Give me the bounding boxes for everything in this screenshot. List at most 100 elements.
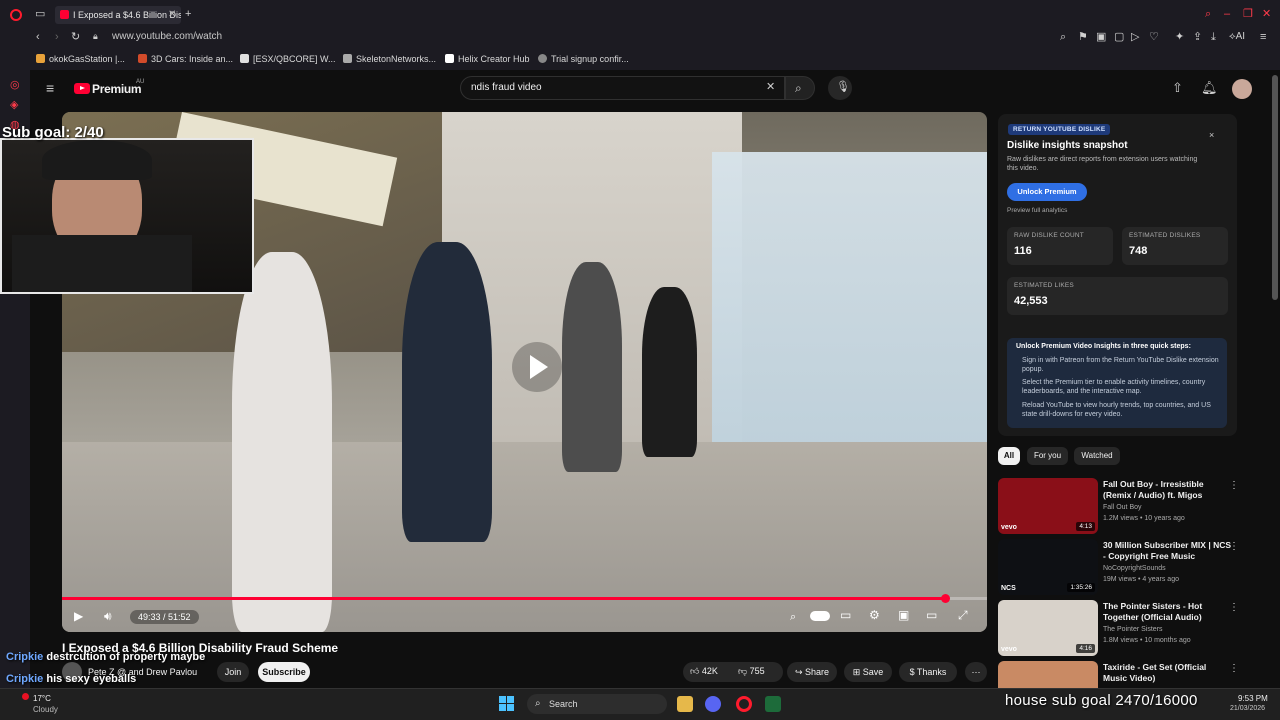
bookmark-label: okokGasStation |... xyxy=(49,54,125,64)
voice-search-button[interactable]: 🎙︎ xyxy=(828,76,852,100)
search-input[interactable]: ndis fraud video xyxy=(460,76,785,100)
taskbar-search[interactable]: ⌕ Search xyxy=(527,694,667,714)
browser-tab-youtube[interactable]: I Exposed a $4.6 Billion Disabi xyxy=(55,6,181,24)
save-button[interactable]: ⊞ Save xyxy=(844,662,892,682)
back-icon[interactable]: ‹ xyxy=(36,32,40,43)
easy-setup-icon[interactable]: ≡ xyxy=(1260,32,1266,43)
bookmark-icon[interactable]: ⚑ xyxy=(1078,32,1088,43)
maximize-icon[interactable]: ❐ xyxy=(1243,9,1253,20)
bookmark-item[interactable]: Helix Creator Hub xyxy=(445,54,530,65)
close-window-icon[interactable]: ✕ xyxy=(1262,9,1271,20)
unlock-premium-button[interactable]: Unlock Premium xyxy=(1007,183,1087,201)
recommendation-menu-icon[interactable]: ⋮ xyxy=(1229,602,1239,613)
play-overlay-button[interactable] xyxy=(512,342,562,392)
bookmark-item[interactable]: SkeletonNetworks... xyxy=(343,54,436,65)
zoom-icon[interactable]: ⌕ xyxy=(1060,32,1066,43)
video-scene-pavement xyxy=(62,442,987,632)
dislike-button[interactable]: 👎︎ 755 xyxy=(738,666,765,677)
recommendation-menu-icon[interactable]: ⋮ xyxy=(1229,480,1239,491)
windows-start-icon[interactable] xyxy=(499,696,514,711)
sidebar-messenger-icon[interactable]: ◈ xyxy=(10,100,18,111)
upload-icon[interactable]: ⇧ xyxy=(1172,81,1183,94)
bookmark-label: SkeletonNetworks... xyxy=(356,54,437,64)
account-avatar[interactable] xyxy=(1232,79,1252,99)
video-person xyxy=(232,252,332,632)
chip-watched[interactable]: Watched xyxy=(1074,447,1120,465)
chip-all[interactable]: All xyxy=(998,447,1020,465)
recommendation-title[interactable]: 30 Million Subscriber MIX | NCS - Copyri… xyxy=(1103,540,1231,562)
lock-icon[interactable]: 🔒︎ xyxy=(93,32,98,41)
more-actions-button[interactable]: ⋯ xyxy=(965,662,987,682)
like-button[interactable]: 👍︎ 42K xyxy=(690,666,718,677)
subscribe-button[interactable]: Subscribe xyxy=(258,662,310,682)
play-icon[interactable]: ▶ xyxy=(74,609,83,623)
autoplay-toggle[interactable] xyxy=(810,611,830,621)
chat-text: destrcution of property maybe xyxy=(43,651,206,663)
thanks-button[interactable]: $ Thanks xyxy=(899,662,957,682)
opera-logo-icon[interactable] xyxy=(10,9,22,21)
sidebar-aria-icon[interactable]: ◎ xyxy=(10,80,20,91)
preview-analytics-link[interactable]: Preview full analytics xyxy=(1007,207,1067,214)
captions-icon[interactable]: ▭ xyxy=(840,608,851,622)
bookmark-item[interactable]: okokGasStation |... xyxy=(36,54,125,65)
bookmark-item[interactable]: 3D Cars: Inside an... xyxy=(138,54,233,65)
miniplayer-icon[interactable]: ▣ xyxy=(898,608,909,622)
menu-hamburger-icon[interactable]: ≡ xyxy=(46,81,54,95)
page-scrollbar[interactable] xyxy=(1272,75,1278,300)
new-tab-icon[interactable]: + xyxy=(185,9,191,20)
ryd-close-icon[interactable]: × xyxy=(1209,130,1214,140)
recommendation-channel[interactable]: NoCopyrightSounds xyxy=(1103,564,1166,574)
discord-icon[interactable] xyxy=(705,696,721,712)
recommendation-thumbnail[interactable]: vevo 4:13 xyxy=(998,478,1098,534)
youtube-favicon-icon xyxy=(60,10,69,19)
opera-taskbar-icon[interactable] xyxy=(736,696,752,712)
url-field[interactable]: www.youtube.com/watch xyxy=(112,31,222,43)
bookmark-item[interactable]: Trial signup confir... xyxy=(538,54,629,65)
wallet-icon[interactable]: ▢ xyxy=(1114,32,1124,43)
tab-close-icon[interactable]: ✕ xyxy=(168,9,176,20)
tab-menu-icon[interactable]: ▭ xyxy=(35,9,45,20)
clear-search-icon[interactable]: ✕ xyxy=(766,82,775,93)
recommendation-thumbnail[interactable]: vevo 4:16 xyxy=(998,600,1098,656)
recommendation-menu-icon[interactable]: ⋮ xyxy=(1229,663,1239,674)
thumbnail-brand: vevo xyxy=(1001,524,1017,531)
recommendation-title[interactable]: The Pointer Sisters - Hot Together (Offi… xyxy=(1103,601,1231,623)
recommendation-channel[interactable]: The Pointer Sisters xyxy=(1103,625,1163,635)
snapshot-icon[interactable]: ▣ xyxy=(1096,32,1106,43)
recommendation-menu-icon[interactable]: ⋮ xyxy=(1229,541,1239,552)
download-icon[interactable]: ⤓ xyxy=(1211,32,1216,43)
minimize-icon[interactable]: – xyxy=(1224,9,1230,20)
theater-mode-icon[interactable]: ▭ xyxy=(926,608,937,622)
player-icon[interactable]: ▷ xyxy=(1131,32,1139,43)
bookmark-item[interactable]: [ESX/QBCORE] W... xyxy=(240,54,336,65)
recommendation-title[interactable]: Fall Out Boy - Irresistible (Remix / Aud… xyxy=(1103,479,1231,501)
weather-condition: Cloudy xyxy=(33,705,58,714)
reload-icon[interactable]: ↻ xyxy=(71,32,80,43)
recommendation-thumbnail[interactable]: NCS 1:35:26 xyxy=(998,539,1098,595)
fullscreen-icon[interactable]: ⤢ xyxy=(958,608,968,623)
settings-gear-icon[interactable]: ⚙ xyxy=(869,608,880,622)
chip-for-you[interactable]: For you xyxy=(1027,447,1068,465)
clock-time[interactable]: 9:53 PM xyxy=(1238,694,1268,703)
share-page-icon[interactable]: ⇪ xyxy=(1193,32,1202,43)
file-explorer-icon[interactable] xyxy=(677,696,693,712)
search-tabs-icon[interactable]: ⌕ xyxy=(1205,9,1211,20)
weather-temp[interactable]: 17°C xyxy=(33,694,51,703)
search-button[interactable]: ⌕ xyxy=(785,76,815,100)
heart-icon[interactable]: ♡ xyxy=(1149,32,1159,43)
recommendation-title[interactable]: Taxiride - Get Set (Official Music Video… xyxy=(1103,662,1231,684)
terminal-icon[interactable] xyxy=(765,696,781,712)
share-button[interactable]: ↪ Share xyxy=(787,662,837,682)
youtube-logo-icon[interactable] xyxy=(74,83,90,94)
forward-icon[interactable]: › xyxy=(55,32,59,43)
aria-ai-button[interactable]: ⟡AI xyxy=(1229,32,1245,42)
volume-icon[interactable]: 🔊︎ xyxy=(104,609,112,624)
seek-bar-handle[interactable] xyxy=(941,594,950,603)
search-in-video-icon[interactable]: ⌕ xyxy=(790,611,796,624)
extensions-icon[interactable]: ✦ xyxy=(1175,32,1184,43)
notifications-bell-icon[interactable]: 🔔︎ xyxy=(1201,81,1218,94)
recommendation-channel[interactable]: Fall Out Boy xyxy=(1103,503,1142,513)
ryd-description: Raw dislikes are direct reports from ext… xyxy=(1007,156,1198,172)
youtube-premium-label[interactable]: Premium xyxy=(92,82,142,96)
join-button[interactable]: Join xyxy=(217,662,249,682)
